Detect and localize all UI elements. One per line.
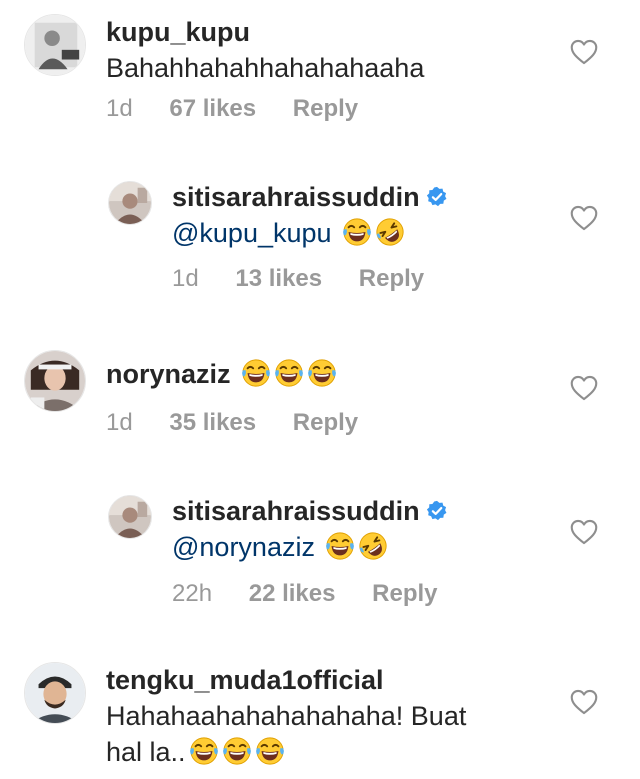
heart-outline-icon[interactable]: [570, 689, 598, 715]
comment-username[interactable]: kupu_kupu: [106, 17, 250, 47]
heart-outline-icon[interactable]: [570, 39, 598, 65]
comment-likes-count[interactable]: 67 likes: [169, 95, 256, 122]
comment-username[interactable]: sitisarahraissuddin: [172, 496, 420, 526]
comment-username[interactable]: sitisarahraissuddin: [172, 182, 420, 212]
comment-timestamp: 1d: [172, 265, 199, 292]
comment-likes-count[interactable]: 13 likes: [235, 265, 322, 292]
verified-badge-icon: [426, 500, 448, 522]
reply-button[interactable]: Reply: [293, 409, 358, 436]
face-with-tears-of-joy-emoji: [325, 531, 355, 561]
reply-button[interactable]: Reply: [359, 265, 424, 292]
verified-badge-icon: [426, 186, 448, 208]
comment-likes-count[interactable]: 22 likes: [249, 580, 336, 607]
comment-timestamp: 1d: [106, 95, 133, 122]
heart-outline-icon[interactable]: [570, 205, 598, 231]
avatar[interactable]: [108, 495, 152, 539]
avatar[interactable]: [24, 14, 86, 76]
face-with-tears-of-joy-emoji: [255, 736, 285, 766]
heart-outline-icon[interactable]: [570, 519, 598, 545]
avatar[interactable]: [108, 181, 152, 225]
rolling-on-floor-laughing-emoji: [375, 217, 405, 247]
mention-link[interactable]: @kupu_kupu: [172, 218, 332, 248]
comment-text: Hahahaahahahahahaha! Buat: [106, 701, 467, 731]
comment-timestamp: 22h: [172, 580, 213, 607]
comment-timestamp: 1d: [106, 409, 133, 436]
face-with-tears-of-joy-emoji: [274, 358, 304, 388]
avatar[interactable]: [24, 350, 86, 412]
avatar[interactable]: [24, 662, 86, 724]
comment-text: @norynaziz: [172, 529, 632, 565]
face-with-tears-of-joy-emoji: [307, 358, 337, 388]
mention-link[interactable]: @norynaziz: [172, 532, 315, 562]
face-with-tears-of-joy-emoji: [241, 358, 271, 388]
comment-text: Bahahhahahhahahahaaha: [106, 53, 425, 83]
heart-outline-icon[interactable]: [570, 375, 598, 401]
rolling-on-floor-laughing-emoji: [358, 531, 388, 561]
comment-text-line: hal la..: [106, 737, 186, 767]
comment-username[interactable]: tengku_muda1official: [106, 665, 384, 695]
comment-text: @kupu_kupu: [172, 215, 632, 251]
face-with-tears-of-joy-emoji: [222, 736, 252, 766]
comment-text-continued: hal la..: [106, 734, 566, 770]
face-with-tears-of-joy-emoji: [342, 217, 372, 247]
reply-button[interactable]: Reply: [293, 95, 358, 122]
face-with-tears-of-joy-emoji: [189, 736, 219, 766]
comment-likes-count[interactable]: 35 likes: [169, 409, 256, 436]
comment-username[interactable]: norynaziz: [106, 359, 231, 389]
reply-button[interactable]: Reply: [372, 580, 437, 607]
